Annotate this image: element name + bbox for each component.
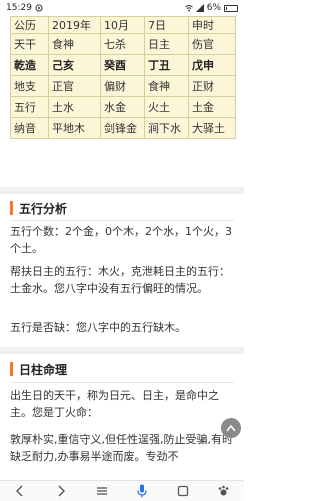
rizhu-section-header: 日柱命理 <box>10 358 234 380</box>
chevron-up-icon <box>226 424 236 432</box>
status-bar: 15:29 6% <box>0 0 244 16</box>
home-button[interactable] <box>214 482 234 500</box>
table-cell: 日主 <box>144 33 189 55</box>
table-cell: 水金 <box>100 96 145 118</box>
tabs-icon <box>177 485 189 497</box>
table-row: 五行 土水 水金 火土 土金 <box>10 96 236 118</box>
table-cell: 大驿土 <box>188 117 236 139</box>
table-cell: 七杀 <box>100 33 145 55</box>
voice-icon <box>137 484 147 498</box>
status-time: 15:29 <box>6 3 32 13</box>
back-button[interactable] <box>10 482 30 500</box>
table-cell: 戊申 <box>188 54 236 76</box>
battery-percent: 6% <box>206 3 221 13</box>
table-cell: 土水 <box>48 96 101 118</box>
table-cell: 正官 <box>48 75 101 97</box>
table-row: 乾造 己亥 癸酉 丁丑 戊申 <box>10 54 236 76</box>
row-label: 纳音 <box>10 117 49 139</box>
browser-bottom-nav <box>0 480 244 501</box>
rizhu-detail-text: 敦厚朴实,重信守义,但任性逞强,防止受骗,有时缺乏耐力,办事易半途而废。专劲不 <box>10 433 233 463</box>
section-accent-bar <box>10 201 13 215</box>
home-icon <box>218 485 229 496</box>
table-cell: 正财 <box>188 75 236 97</box>
table-cell: 己亥 <box>48 54 101 76</box>
row-label: 天干 <box>10 33 49 55</box>
row-label: 公历 <box>10 16 49 34</box>
signal-icon <box>195 4 204 12</box>
table-row: 地支 正官 偏财 食神 正财 <box>10 75 236 97</box>
table-cell: 7日 <box>144 16 189 34</box>
table-cell: 10月 <box>100 16 145 34</box>
section-separator <box>0 187 244 194</box>
table-row: 公历 2019年 10月 7日 申时 <box>10 16 236 34</box>
rizhu-section-title: 日柱命理 <box>19 362 68 377</box>
table-row: 纳音 平地木 剑锋金 涧下水 大驿土 <box>10 117 236 139</box>
wuxing-missing-text: 五行是否缺：您八字中的五行缺木。 <box>10 321 186 334</box>
table-cell: 偏财 <box>100 75 145 97</box>
table-cell: 食神 <box>144 75 189 97</box>
wuxing-divider <box>10 220 234 221</box>
wuxing-section-header: 五行分析 <box>10 197 234 219</box>
table-cell: 丁丑 <box>144 54 189 76</box>
back-icon <box>16 485 23 497</box>
rizhu-intro-text: 出生日的天干，称为日元、日主，是命中之主。您是丁火命： <box>10 389 219 419</box>
notification-icon <box>35 4 43 12</box>
wifi-icon <box>184 5 193 12</box>
table-cell: 申时 <box>188 16 236 34</box>
row-label: 五行 <box>10 96 49 118</box>
pillars-table: 公历 2019年 10月 7日 申时 天干 食神 七杀 日主 伤官 乾造 己亥 癸酉 丁丑 戊申 地支 正官 偏财… <box>10 16 236 139</box>
forward-icon <box>58 485 65 497</box>
table-cell: 剑锋金 <box>100 117 145 139</box>
status-right: 6% <box>184 3 238 13</box>
table-row: 天干 食神 七杀 日主 伤官 <box>10 33 236 55</box>
table-cell: 平地木 <box>48 117 101 139</box>
table-cell: 伤官 <box>188 33 236 55</box>
table-cell: 2019年 <box>48 16 101 34</box>
rizhu-divider <box>10 382 234 383</box>
status-left: 15:29 <box>6 3 43 13</box>
tabs-button[interactable] <box>173 482 193 500</box>
wuxing-support-text: 帮扶日主的五行：木火，克泄耗日主的五行：土金水。您八字中没有五行偏旺的情况。 <box>10 265 230 295</box>
menu-button[interactable] <box>92 482 112 500</box>
row-label: 乾造 <box>10 54 49 76</box>
section-separator-2 <box>0 347 244 354</box>
section-accent-bar-2 <box>10 362 13 376</box>
wuxing-section-title: 五行分析 <box>19 201 68 216</box>
row-label: 地支 <box>10 75 49 97</box>
battery-icon <box>224 4 238 12</box>
pillars-table-container: 公历 2019年 10月 7日 申时 天干 食神 七杀 日主 伤官 乾造 己亥 癸酉 丁丑 戊申 地支 正官 偏财… <box>10 16 236 139</box>
table-cell: 癸酉 <box>100 54 145 76</box>
voice-button[interactable] <box>132 482 152 500</box>
wuxing-count-text: 五行个数：2个金，0个木，2个水，1个火，3个土。 <box>10 225 232 255</box>
table-cell: 火土 <box>144 96 189 118</box>
scroll-up-button[interactable] <box>221 418 241 438</box>
forward-button[interactable] <box>51 482 71 500</box>
table-cell: 涧下水 <box>144 117 189 139</box>
table-cell: 食神 <box>48 33 101 55</box>
menu-icon <box>96 487 107 495</box>
table-cell: 土金 <box>188 96 236 118</box>
